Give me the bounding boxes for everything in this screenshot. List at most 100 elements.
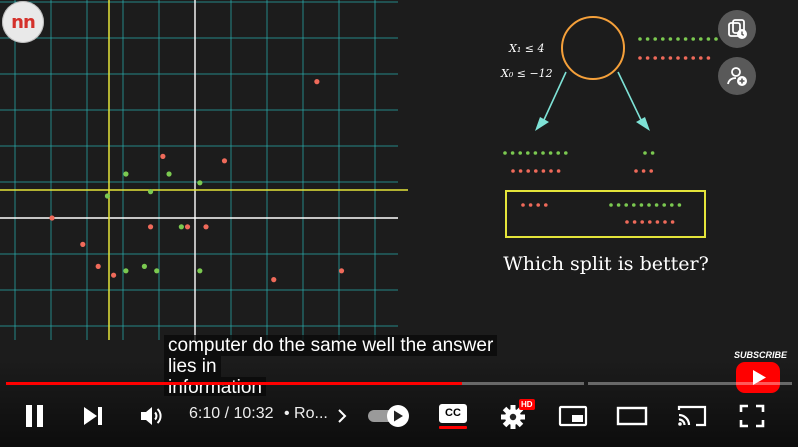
root-green-dot [661,37,665,41]
green-point [123,268,129,274]
theater-mode-button[interactable] [614,398,650,434]
alt-right-red-dot [632,220,637,224]
green-point [178,224,184,230]
alt-right-red-dot [625,220,629,224]
root-red-dot [638,56,642,60]
left-red-dot [541,169,546,173]
red-point [271,277,277,283]
watch-later-icon [728,19,747,39]
root-green-dot [714,37,718,41]
volume-button[interactable] [134,398,170,434]
root-green-dot [676,37,680,41]
progress-played [6,382,462,385]
left-green-dot [526,151,530,155]
chevron-right-icon [338,409,347,423]
left-red-dot [556,169,561,173]
alt-right-red-dot [655,220,660,224]
root-green-dot [699,37,703,41]
pause-icon [26,405,43,427]
red-point [184,224,191,230]
channel-logo[interactable]: nn [2,1,44,43]
root-red-dot [653,56,657,60]
theater-mode-icon [616,406,648,426]
alt-right-red-dot [670,220,675,224]
red-point [147,224,154,230]
miniplayer-icon [558,405,588,427]
fullscreen-button[interactable] [734,398,770,434]
alt-right-green-dot [624,203,628,207]
left-green-dot [548,151,553,155]
alt-left-red-dot [528,203,533,207]
left-green-dot [556,151,560,155]
subscribe-button[interactable]: SUBSCRIBE [734,350,788,398]
red-point [95,263,101,269]
alt-right-red-dot [648,220,652,224]
caption-line-1: computer do the same well the answer [164,335,498,356]
next-button[interactable] [76,398,110,434]
root-red-dot [645,56,650,60]
video-frame[interactable]: X₁ ≤ 4 X₀ ≤ −12 Which split is better? n… [0,0,798,447]
hd-badge: HD [519,399,535,410]
root-red-dot [668,56,673,60]
left-green-dot [518,151,522,155]
green-point [147,189,154,195]
red-point [221,158,228,164]
chapter-segment [588,382,792,385]
watch-later-button[interactable] [718,10,756,48]
add-account-button[interactable] [718,57,756,95]
red-point [111,272,117,278]
chapter-chevron[interactable] [334,398,350,434]
alt-right-green-dot [662,203,666,207]
caption-window: computer do the same well the answer lie… [160,333,540,396]
green-point [154,268,160,274]
split-question: Which split is better? [503,253,709,275]
root-green-dot [653,37,657,41]
root-red-dot [676,56,680,60]
cc-label: CC [445,407,461,419]
youtube-logo-icon [736,362,780,393]
time-display: 6:10 / 10:32 [189,405,274,422]
alt-right-green-dot [647,203,651,207]
root-red-dot [661,56,665,60]
captions-button[interactable]: CC [436,398,470,434]
alt-right-green-dot [616,203,621,207]
cast-icon [677,405,707,427]
left-green-dot [510,151,515,155]
root-green-dot [645,37,650,41]
subscribe-label: SUBSCRIBE [734,350,788,360]
alt-right-green-dot [632,203,636,207]
red-point [314,79,320,85]
alt-left-red-dot [536,203,540,207]
condition-label-2: X₀ ≤ −12 [500,67,553,80]
autoplay-toggle[interactable] [364,398,412,434]
channel-logo-text: nn [11,11,36,33]
right-green-dot [650,151,655,155]
chapter-title[interactable]: • Ro... [284,405,328,423]
alt-left-red-dot [544,203,548,207]
root-red-dot [706,56,711,60]
green-point [166,171,172,177]
left-green-dot [503,151,507,155]
left-red-dot [518,169,523,173]
alt-left-red-dot [521,203,525,207]
alt-right-green-dot [677,203,682,207]
cast-button[interactable] [674,398,710,434]
red-point [49,215,55,221]
right-red-dot [634,169,638,173]
root-green-dot [706,37,711,41]
root-green-dot [638,37,642,41]
alt-right-green-dot [639,203,644,207]
left-green-dot [541,151,545,155]
root-green-dot [668,37,673,41]
cc-icon: CC [439,403,467,423]
alt-right-red-dot [640,220,644,224]
miniplayer-button[interactable] [556,398,590,434]
add-account-icon [727,67,747,86]
red-point [203,224,209,230]
volume-icon [141,407,162,425]
green-point [141,263,147,269]
pause-button[interactable] [18,398,52,434]
right-green-dot [643,151,647,155]
root-red-dot [683,56,688,60]
alt-right-green-dot [654,203,659,207]
